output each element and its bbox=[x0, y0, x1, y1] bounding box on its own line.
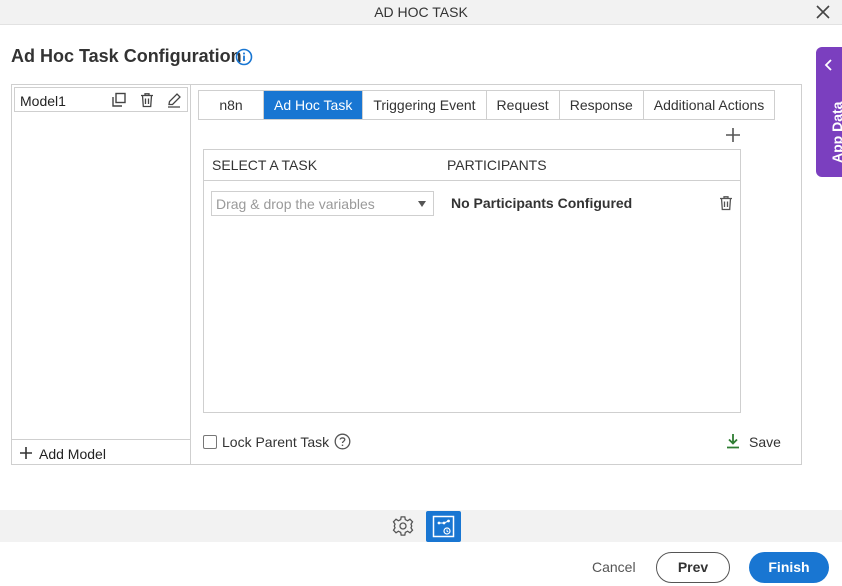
tab-n8n[interactable]: n8n bbox=[199, 91, 264, 119]
process-flow-icon bbox=[432, 515, 455, 538]
task-grid: SELECT A TASK PARTICIPANTS Drag & drop t… bbox=[203, 149, 741, 413]
window-title: AD HOC TASK bbox=[374, 4, 468, 20]
add-row-icon[interactable] bbox=[725, 127, 741, 143]
tab-additional-actions[interactable]: Additional Actions bbox=[643, 91, 775, 119]
app-data-label: App Data bbox=[829, 101, 842, 163]
bottom-toolbar bbox=[0, 510, 842, 542]
prev-button[interactable]: Prev bbox=[656, 552, 730, 583]
save-label: Save bbox=[749, 434, 781, 450]
header-participants: PARTICIPANTS bbox=[447, 157, 547, 173]
trash-icon[interactable] bbox=[139, 92, 155, 108]
finish-button[interactable]: Finish bbox=[749, 552, 829, 583]
task-dropdown-placeholder: Drag & drop the variables bbox=[216, 196, 375, 212]
edit-icon[interactable] bbox=[166, 92, 182, 108]
trash-icon[interactable] bbox=[718, 195, 734, 211]
model-name: Model1 bbox=[20, 93, 66, 109]
help-icon[interactable] bbox=[334, 433, 351, 450]
task-dropdown[interactable]: Drag & drop the variables bbox=[211, 191, 434, 216]
tab-response[interactable]: Response bbox=[559, 91, 644, 119]
lock-parent-label: Lock Parent Task bbox=[222, 434, 330, 450]
tab-ad-hoc-task[interactable]: Ad Hoc Task bbox=[264, 91, 364, 119]
model-list-panel: Model1 Add Model bbox=[12, 85, 191, 464]
app-data-tab[interactable]: App Data bbox=[816, 47, 842, 177]
info-icon[interactable] bbox=[235, 48, 253, 66]
model-item[interactable]: Model1 bbox=[14, 87, 188, 112]
header-select-task: SELECT A TASK bbox=[212, 157, 318, 173]
tab-request[interactable]: Request bbox=[486, 91, 560, 119]
add-model-label: Add Model bbox=[39, 446, 106, 462]
grid-header: SELECT A TASK PARTICIPANTS bbox=[204, 150, 740, 181]
lock-parent-checkbox[interactable] bbox=[203, 435, 217, 449]
chevron-left-icon bbox=[824, 59, 832, 71]
configuration-panel: Model1 Add Model n8n Ad Hoc Task Trigger… bbox=[11, 84, 802, 465]
page-title: Ad Hoc Task Configuration bbox=[11, 46, 242, 66]
tab-bar: n8n Ad Hoc Task Triggering Event Request… bbox=[198, 90, 776, 120]
title-bar: AD HOC TASK bbox=[0, 0, 842, 25]
gear-icon[interactable] bbox=[392, 515, 414, 537]
add-model-button[interactable]: Add Model bbox=[12, 439, 190, 464]
copy-icon[interactable] bbox=[111, 92, 127, 108]
participants-value: No Participants Configured bbox=[451, 195, 633, 211]
cancel-button[interactable]: Cancel bbox=[592, 559, 636, 575]
caret-down-icon bbox=[418, 201, 426, 207]
plus-icon bbox=[20, 447, 32, 459]
tab-triggering-event[interactable]: Triggering Event bbox=[363, 91, 487, 119]
close-icon[interactable] bbox=[815, 4, 831, 20]
download-icon bbox=[727, 434, 739, 449]
process-flow-button[interactable] bbox=[426, 511, 461, 542]
